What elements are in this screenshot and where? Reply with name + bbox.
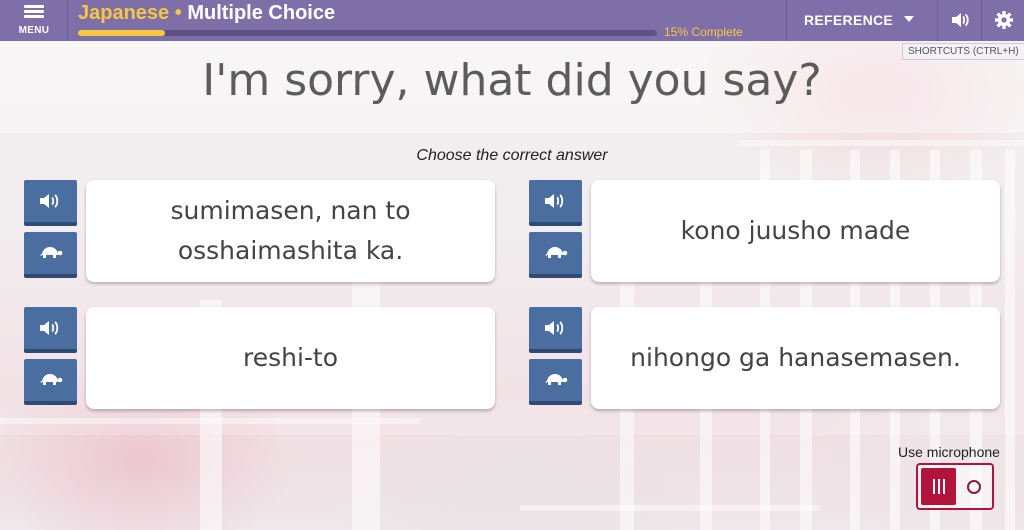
answer-choice-2[interactable]: kono juusho made [591, 180, 1000, 282]
turtle-icon [40, 247, 63, 258]
answer-choice-1[interactable]: sumimasen, nan to osshaimashita ka. [86, 180, 495, 282]
play-audio-button[interactable] [24, 180, 77, 226]
toggle-on-indicator [921, 468, 956, 505]
speaker-icon [952, 13, 969, 27]
answer-choice-4[interactable]: nihongo ga hanasemasen. [591, 307, 1000, 409]
speaker-icon [40, 194, 59, 208]
settings-button[interactable] [981, 0, 1024, 41]
progress-fill [78, 30, 165, 36]
play-slow-audio-button[interactable] [529, 232, 582, 278]
turtle-icon [545, 374, 568, 385]
toggle-off-indicator [967, 480, 981, 494]
speaker-icon [545, 321, 564, 335]
play-audio-button[interactable] [24, 307, 77, 353]
play-slow-audio-button[interactable] [529, 359, 582, 405]
play-audio-button[interactable] [529, 180, 582, 226]
progress-text: 15% Complete [664, 25, 743, 39]
speaker-icon [40, 321, 59, 335]
play-audio-button[interactable] [529, 307, 582, 353]
play-slow-audio-button[interactable] [24, 359, 77, 405]
play-slow-audio-button[interactable] [24, 232, 77, 278]
lesson-mode: Multiple Choice [187, 2, 336, 24]
turtle-icon [545, 247, 568, 258]
progress-bar [78, 30, 657, 36]
lesson-title: Japanese • Multiple Choice [78, 2, 335, 25]
lesson-language: Japanese [78, 2, 170, 24]
instruction-text: Choose the correct answer [416, 147, 608, 164]
chevron-down-icon [904, 16, 914, 22]
reference-dropdown[interactable]: REFERENCE [786, 0, 937, 41]
menu-label: MENU [18, 25, 50, 36]
title-separator: • [174, 2, 182, 24]
menu-icon [24, 5, 44, 19]
gear-icon [995, 11, 1013, 29]
turtle-icon [40, 374, 63, 385]
menu-button[interactable]: MENU [0, 0, 68, 41]
top-bar: MENU Japanese • Multiple Choice 15% Comp… [0, 0, 1024, 41]
speaker-icon [545, 194, 564, 208]
microphone-label: Use microphone [898, 444, 1000, 460]
microphone-toggle[interactable] [916, 463, 994, 510]
sound-toggle-button[interactable] [937, 0, 980, 41]
reference-label: REFERENCE [804, 12, 894, 28]
answer-choice-3[interactable]: reshi-to [86, 307, 495, 409]
prompt-text: I'm sorry, what did you say? [202, 55, 822, 106]
